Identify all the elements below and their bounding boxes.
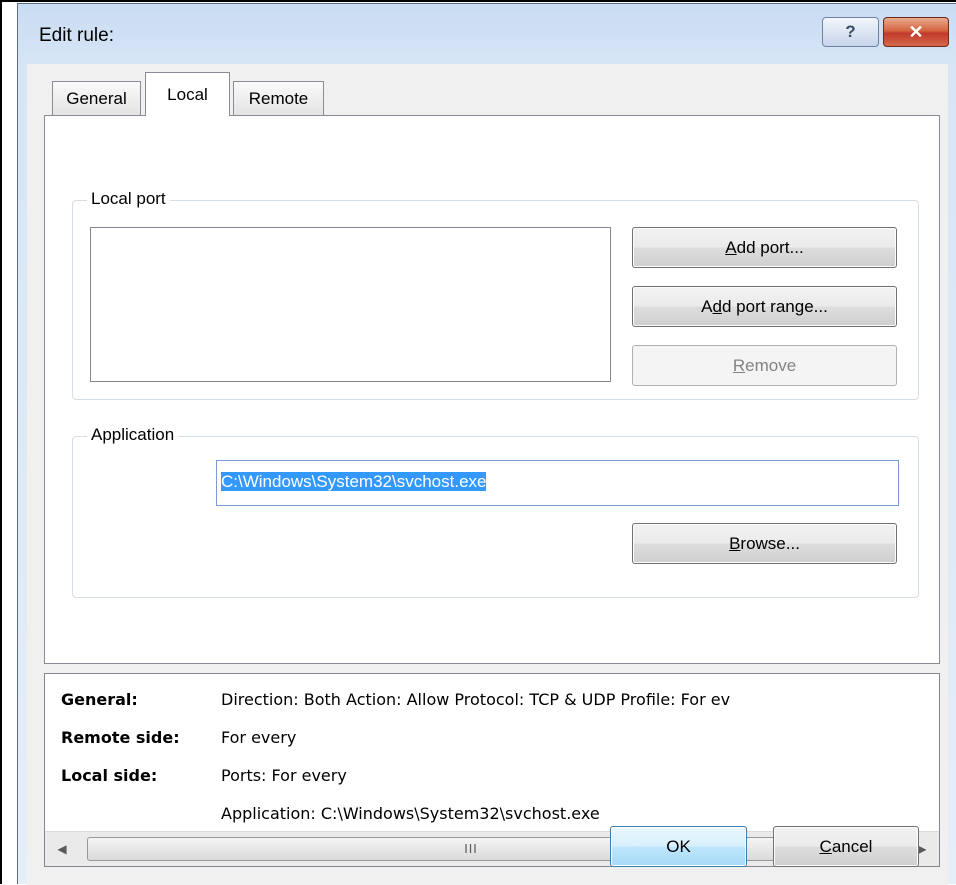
page-border-left [0, 0, 2, 884]
add-port-button[interactable]: Add port... [632, 227, 897, 268]
cancel-label: Cancel [819, 836, 873, 856]
ok-button[interactable]: OK [610, 826, 747, 867]
help-button[interactable]: ? [822, 17, 879, 47]
title-bar[interactable]: Edit rule: ? ✕ [18, 4, 956, 64]
local-port-list[interactable] [90, 227, 611, 382]
add-port-range-label: Add port range... [701, 296, 828, 316]
application-group: Application C:\Windows\System32\svchost.… [72, 425, 919, 598]
summary-general-label: General: [61, 690, 138, 709]
help-icon: ? [845, 22, 856, 41]
summary-local-ports: Ports: For every [221, 766, 347, 785]
page-border-top [0, 0, 956, 2]
browse-label: Browse... [729, 533, 800, 553]
summary-local-label: Local side: [61, 766, 158, 785]
add-port-label: Add port... [725, 237, 804, 257]
application-path-value: C:\Windows\System32\svchost.exe [221, 472, 487, 491]
dialog-client-area: General Local Remote Local port Add port… [27, 64, 948, 885]
close-icon: ✕ [908, 21, 924, 42]
summary-remote-label: Remote side: [61, 728, 180, 747]
remove-button[interactable]: Remove [632, 345, 897, 386]
tab-local[interactable]: Local [145, 72, 230, 116]
remove-label: Remove [732, 355, 797, 375]
application-path-input[interactable]: C:\Windows\System32\svchost.exe [216, 460, 899, 506]
summary-general-value: Direction: Both Action: Allow Protocol: … [221, 690, 731, 709]
browse-button[interactable]: Browse... [632, 523, 897, 564]
scroll-left-icon[interactable]: ◀ [45, 832, 79, 866]
tab-remote[interactable]: Remote [233, 81, 324, 115]
local-port-legend: Local port [87, 189, 170, 209]
edit-rule-dialog: Edit rule: ? ✕ General Local Remote Loca… [17, 3, 956, 885]
application-legend: Application [87, 425, 179, 445]
close-button[interactable]: ✕ [883, 17, 949, 47]
tab-general[interactable]: General [52, 81, 141, 115]
local-tab-panel: Local port Add port... Add port range...… [44, 115, 940, 664]
window-title: Edit rule: [39, 25, 114, 46]
summary-remote-value: For every [221, 728, 297, 747]
add-port-range-button[interactable]: Add port range... [632, 286, 897, 327]
scroll-grip-icon: III [464, 842, 478, 856]
local-port-group: Local port Add port... Add port range...… [72, 189, 919, 400]
summary-local-application: Application: C:\Windows\System32\svchost… [221, 804, 600, 823]
cancel-button[interactable]: Cancel [773, 826, 919, 867]
